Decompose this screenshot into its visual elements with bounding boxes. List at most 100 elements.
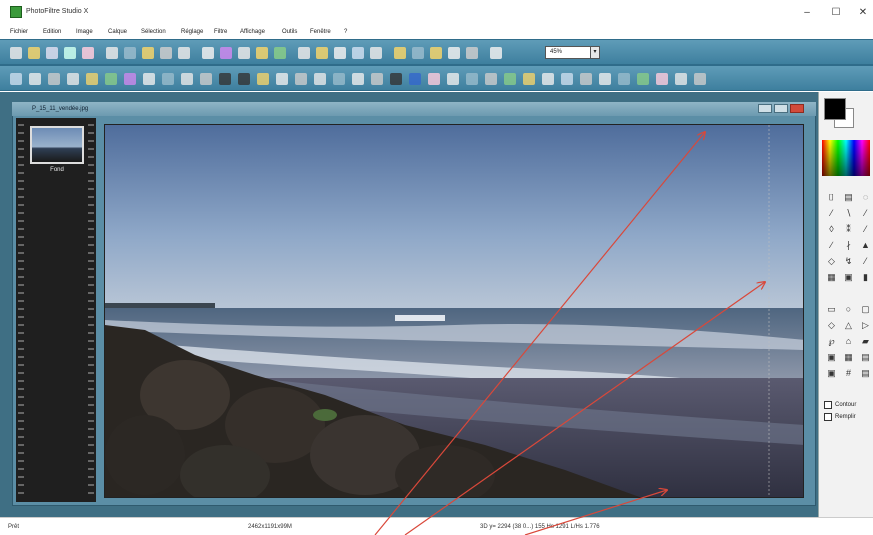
filter-button-icon[interactable] <box>143 73 155 85</box>
menu-fenetre[interactable]: Fenêtre <box>310 29 331 35</box>
select-all-icon[interactable]: ▣ <box>826 352 837 363</box>
menu-affichage[interactable]: Affichage <box>240 29 265 35</box>
select-box-icon[interactable]: ▤ <box>860 352 871 363</box>
toolbar-button-icon[interactable] <box>274 47 286 59</box>
filter-button-icon[interactable] <box>390 73 402 85</box>
ellipse-icon[interactable]: ○ <box>843 304 854 315</box>
filter-button-icon[interactable] <box>599 73 611 85</box>
split-icon[interactable]: ▤ <box>860 368 871 379</box>
toolbar-button-icon[interactable] <box>28 47 40 59</box>
filter-button-icon[interactable] <box>466 73 478 85</box>
grid-icon[interactable]: ▦ <box>826 272 837 283</box>
filter-button-icon[interactable] <box>200 73 212 85</box>
filter-button-icon[interactable] <box>656 73 668 85</box>
menu-calque[interactable]: Calque <box>108 29 127 35</box>
doc-close-button[interactable] <box>790 104 804 113</box>
toolbar-button-icon[interactable] <box>352 47 364 59</box>
filter-button-icon[interactable] <box>314 73 326 85</box>
toolbar-button-icon[interactable] <box>46 47 58 59</box>
filter-button-icon[interactable] <box>618 73 630 85</box>
filter-button-icon[interactable] <box>67 73 79 85</box>
filter-button-icon[interactable] <box>219 73 231 85</box>
filter-button-icon[interactable] <box>428 73 440 85</box>
close-button[interactable]: ✕ <box>853 6 873 20</box>
filter-button-icon[interactable] <box>637 73 649 85</box>
brush-icon[interactable]: ⁄ <box>860 224 871 235</box>
filter-button-icon[interactable] <box>162 73 174 85</box>
toolbar-button-icon[interactable] <box>82 47 94 59</box>
filter-button-icon[interactable] <box>257 73 269 85</box>
toolbar-button-icon[interactable] <box>448 47 460 59</box>
zoom-dropdown-icon[interactable]: ▾ <box>590 46 600 59</box>
filter-button-icon[interactable] <box>276 73 288 85</box>
toolbar-button-icon[interactable] <box>64 47 76 59</box>
doc-minimize-button[interactable] <box>758 104 772 113</box>
menu-outils[interactable]: Outils <box>282 29 297 35</box>
toolbar-button-icon[interactable] <box>238 47 250 59</box>
lasso-tool-icon[interactable]: ◌ <box>860 192 871 203</box>
toolbar-button-icon[interactable] <box>106 47 118 59</box>
layer-thumbnail[interactable] <box>30 126 84 164</box>
remplir-checkbox[interactable] <box>824 413 832 421</box>
pipette-icon[interactable]: ⁄ <box>826 208 837 219</box>
toolbar-button-icon[interactable] <box>334 47 346 59</box>
filter-button-icon[interactable] <box>181 73 193 85</box>
fill-icon[interactable]: ◊ <box>826 224 837 235</box>
filter-button-icon[interactable] <box>10 73 22 85</box>
image-icon[interactable]: ▣ <box>843 272 854 283</box>
hash-icon[interactable]: # <box>843 368 854 379</box>
feather-icon[interactable]: ⁄ <box>860 256 871 267</box>
toolbar-button-icon[interactable] <box>10 47 22 59</box>
image-canvas[interactable] <box>104 124 804 498</box>
toolbar-button-icon[interactable] <box>466 47 478 59</box>
minimize-button[interactable]: – <box>797 6 817 20</box>
rounded-rect-icon[interactable]: ▢ <box>860 304 871 315</box>
maximize-button[interactable]: ☐ <box>826 6 846 20</box>
menu-filtre[interactable]: Filtre <box>214 29 227 35</box>
toolbar-button-icon[interactable] <box>160 47 172 59</box>
filter-button-icon[interactable] <box>124 73 136 85</box>
filter-button-icon[interactable] <box>238 73 250 85</box>
menu-help[interactable]: ? <box>344 29 347 35</box>
toolbar-button-icon[interactable] <box>124 47 136 59</box>
filter-button-icon[interactable] <box>675 73 687 85</box>
contour-checkbox[interactable] <box>824 401 832 409</box>
drop-icon[interactable]: ◇ <box>826 256 837 267</box>
toolbar-button-icon[interactable] <box>370 47 382 59</box>
filter-button-icon[interactable] <box>580 73 592 85</box>
toolbar-button-icon[interactable] <box>220 47 232 59</box>
filter-button-icon[interactable] <box>561 73 573 85</box>
menu-edition[interactable]: Edition <box>43 29 61 35</box>
filter-button-icon[interactable] <box>542 73 554 85</box>
arrow-shape-icon[interactable]: ▷ <box>860 320 871 331</box>
filter-button-icon[interactable] <box>523 73 535 85</box>
smudge-icon[interactable]: ∤ <box>843 240 854 251</box>
crop-icon[interactable]: ▣ <box>826 368 837 379</box>
foreground-color-swatch[interactable] <box>824 98 846 120</box>
menu-reglage[interactable]: Réglage <box>181 29 203 35</box>
diamond-icon[interactable]: ◇ <box>826 320 837 331</box>
filter-button-icon[interactable] <box>694 73 706 85</box>
eraser-icon[interactable]: ▮ <box>860 272 871 283</box>
filter-button-icon[interactable] <box>48 73 60 85</box>
toolbar-button-icon[interactable] <box>178 47 190 59</box>
frame-tool-icon[interactable]: ▤ <box>843 192 854 203</box>
filter-button-icon[interactable] <box>371 73 383 85</box>
color-palette[interactable] <box>822 140 870 176</box>
filter-button-icon[interactable] <box>86 73 98 85</box>
filter-button-icon[interactable] <box>504 73 516 85</box>
filter-button-icon[interactable] <box>409 73 421 85</box>
pencil-icon[interactable]: ∕ <box>826 240 837 251</box>
toolbar-button-icon[interactable] <box>412 47 424 59</box>
toolbar-button-icon[interactable] <box>430 47 442 59</box>
select-grid-icon[interactable]: ▦ <box>843 352 854 363</box>
line-icon[interactable]: ⁄ <box>860 208 871 219</box>
lasso-shape-icon[interactable]: ℘ <box>826 336 837 347</box>
toolbar-button-icon[interactable] <box>202 47 214 59</box>
filter-button-icon[interactable] <box>447 73 459 85</box>
filter-button-icon[interactable] <box>485 73 497 85</box>
spray-icon[interactable]: ⁑ <box>843 224 854 235</box>
menu-selection[interactable]: Sélection <box>141 29 166 35</box>
doc-maximize-button[interactable] <box>774 104 788 113</box>
menu-fichier[interactable]: Fichier <box>10 29 28 35</box>
